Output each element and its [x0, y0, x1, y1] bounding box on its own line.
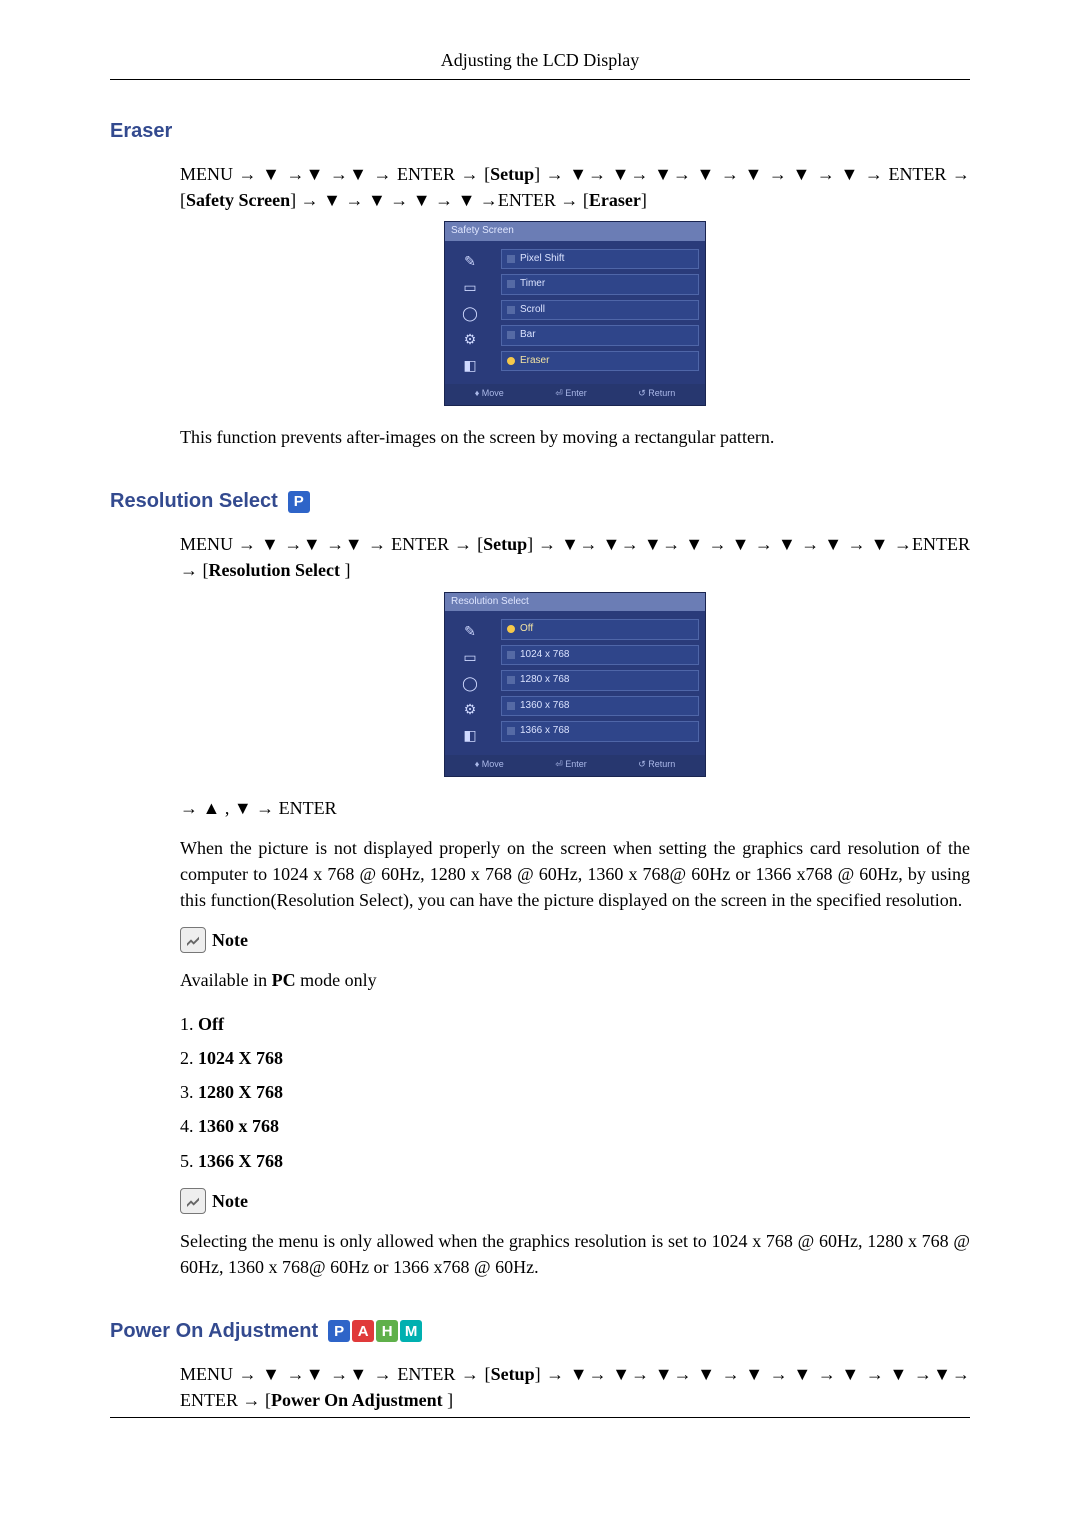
heading-eraser: Eraser [110, 120, 970, 143]
osd-item[interactable]: 1360 x 768 [501, 696, 699, 717]
osd-move: ♦ Move [475, 387, 504, 400]
osd-return: ↺ Return [638, 387, 675, 400]
multi-icon: ◧ [460, 355, 480, 371]
header-rule [110, 79, 970, 80]
screen-icon: ▭ [460, 277, 480, 293]
gear-icon: ⚙ [460, 699, 480, 715]
note-row: Note [180, 927, 970, 953]
osd-item[interactable]: 1280 x 768 [501, 670, 699, 691]
osd-item-selected[interactable]: Eraser [501, 351, 699, 372]
list-item: Off [198, 1007, 970, 1041]
circle-icon: ◯ [460, 673, 480, 689]
screen-icon: ▭ [460, 647, 480, 663]
osd-return: ↺ Return [638, 758, 675, 771]
osd-enter: ⏎ Enter [555, 758, 587, 771]
osd-footer: ♦ Move ⏎ Enter ↺ Return [445, 384, 705, 405]
heading-eraser-text: Eraser [110, 120, 172, 143]
osd-title: Safety Screen [445, 222, 705, 241]
post-nav-resolution: → ▲ , ▼ → ENTER [180, 795, 970, 821]
note-label: Note [212, 927, 248, 953]
osd-item[interactable]: 1024 x 768 [501, 645, 699, 666]
brush-icon: ✎ [460, 251, 480, 267]
brush-icon: ✎ [460, 621, 480, 637]
osd-enter: ⏎ Enter [555, 387, 587, 400]
multi-icon: ◧ [460, 725, 480, 741]
nav-resolution: MENU → ▼ →▼ →▼ → ENTER → [Setup] → ▼→ ▼→… [180, 531, 970, 583]
circle-icon: ◯ [460, 303, 480, 319]
osd-list: Off 1024 x 768 1280 x 768 1360 x 768 136… [495, 611, 705, 755]
badge-a-icon: A [352, 1320, 374, 1342]
gear-icon: ⚙ [460, 329, 480, 345]
osd-item[interactable]: Scroll [501, 300, 699, 321]
osd-item[interactable]: Bar [501, 325, 699, 346]
osd-list: Pixel Shift Timer Scroll Bar Eraser [495, 241, 705, 385]
badge-h-icon: H [376, 1320, 398, 1342]
osd-item-selected[interactable]: Off [501, 619, 699, 640]
osd-safety-screen: Safety Screen ✎ ▭ ◯ ⚙ ◧ Pixel Shift Time… [444, 221, 706, 406]
list-item: 1360 x 768 [198, 1109, 970, 1143]
list-item: 1366 X 768 [198, 1144, 970, 1178]
osd-move: ♦ Move [475, 758, 504, 771]
badge-p-icon: P [288, 491, 310, 513]
osd-icon-column: ✎ ▭ ◯ ⚙ ◧ [445, 611, 495, 755]
osd-resolution-select: Resolution Select ✎ ▭ ◯ ⚙ ◧ Off 1024 x 7… [444, 592, 706, 777]
note-body: Available in PC mode only [180, 967, 970, 993]
osd-item[interactable]: Timer [501, 274, 699, 295]
osd-icon-column: ✎ ▭ ◯ ⚙ ◧ [445, 241, 495, 385]
badge-p-icon: P [328, 1320, 350, 1342]
note-icon [180, 927, 206, 953]
page-header: Adjusting the LCD Display [110, 50, 970, 79]
list-item: 1280 X 768 [198, 1075, 970, 1109]
osd-title: Resolution Select [445, 593, 705, 612]
eraser-body: This function prevents after-images on t… [180, 424, 970, 450]
note-row-2: Note [180, 1188, 970, 1214]
resolution-body: When the picture is not displayed proper… [180, 835, 970, 913]
heading-resolution-text: Resolution Select [110, 490, 278, 513]
list-item: 1024 X 768 [198, 1041, 970, 1075]
heading-power-text: Power On Adjustment [110, 1320, 318, 1343]
osd-footer: ♦ Move ⏎ Enter ↺ Return [445, 755, 705, 776]
nav-eraser: MENU → ▼ →▼ →▼ → ENTER → [Setup] → ▼→ ▼→… [180, 161, 970, 213]
badge-m-icon: M [400, 1320, 422, 1342]
note-icon [180, 1188, 206, 1214]
heading-resolution: Resolution Select P [110, 490, 970, 513]
osd-item[interactable]: 1366 x 768 [501, 721, 699, 742]
nav-power: MENU → ▼ →▼ →▼ → ENTER → [Setup] → ▼→ ▼→… [180, 1361, 970, 1413]
note2-label: Note [212, 1188, 248, 1214]
note2-body: Selecting the menu is only allowed when … [180, 1228, 970, 1280]
resolution-list: Off 1024 X 768 1280 X 768 1360 x 768 136… [198, 1007, 970, 1177]
heading-power: Power On Adjustment P A H M [110, 1320, 970, 1343]
footer-rule [110, 1417, 970, 1418]
osd-item[interactable]: Pixel Shift [501, 249, 699, 270]
